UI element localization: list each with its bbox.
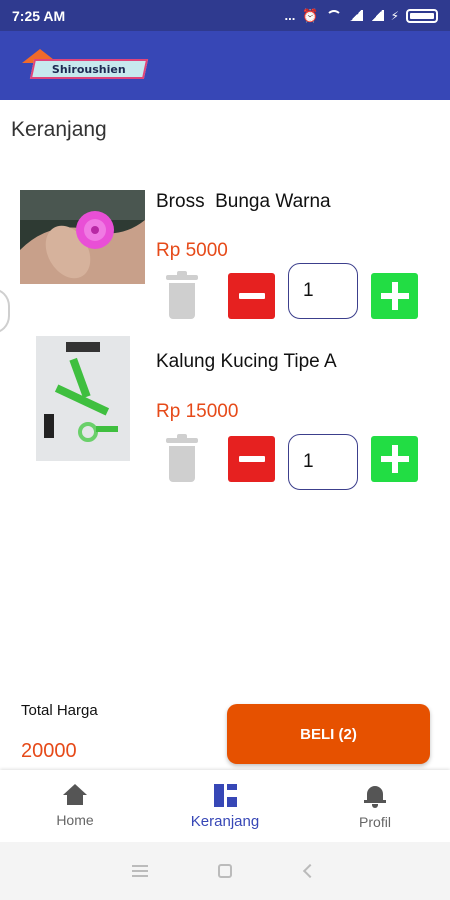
status-bar: 7:25 AM ... ⏰ ⚡ (0, 0, 450, 31)
page-title: Keranjang (11, 118, 107, 141)
trash-icon-body (169, 283, 195, 319)
status-icons: ... ⏰ ⚡ (285, 8, 438, 24)
trash-icon (166, 271, 198, 280)
decrease-quantity-button[interactable] (228, 273, 275, 319)
bell-icon (364, 784, 386, 808)
brooch-photo (20, 190, 145, 284)
nav-label: Keranjang (190, 813, 260, 830)
home-icon (63, 784, 87, 806)
back-icon (302, 863, 318, 879)
trash-icon (166, 434, 198, 443)
product-name: Bross Bunga Warna (156, 191, 331, 212)
minus-icon (238, 293, 265, 299)
total-value: 20000 (21, 740, 77, 762)
square-icon (218, 864, 232, 878)
battery-icon (406, 8, 438, 23)
trash-icon-body (169, 446, 195, 482)
more-dots: ... (284, 8, 296, 23)
item-controls (164, 263, 424, 321)
increase-quantity-button[interactable] (371, 436, 418, 482)
increase-quantity-button[interactable] (371, 273, 418, 319)
recent-apps-button[interactable] (98, 865, 183, 877)
nav-label: Home (56, 812, 94, 828)
product-image (20, 190, 145, 284)
app-bar: Shiroushien (0, 31, 450, 100)
signal-icon (348, 10, 363, 21)
bottom-navigation: Home Keranjang Profil (0, 770, 450, 842)
product-name: Kalung Kucing Tipe A (156, 351, 337, 372)
cart-item: Bross Bunga Warna Rp 5000 (0, 190, 450, 350)
menu-icon (132, 865, 148, 877)
system-navigation-bar (0, 842, 450, 900)
plus-icon (380, 282, 409, 310)
system-home-button[interactable] (183, 864, 268, 878)
quantity-input[interactable] (288, 263, 358, 319)
minus-icon (238, 456, 265, 462)
nav-item-profil[interactable]: Profil (300, 770, 450, 842)
decrease-quantity-button[interactable] (228, 436, 275, 482)
alarm-icon: ⏰ (302, 7, 319, 23)
plus-icon (380, 445, 409, 473)
delete-button[interactable] (164, 271, 200, 321)
item-controls (164, 434, 424, 490)
buy-button[interactable]: BELI (2) (227, 704, 430, 764)
delete-button[interactable] (164, 434, 200, 484)
nav-item-keranjang[interactable]: Keranjang (150, 770, 300, 842)
total-label: Total Harga (21, 702, 98, 719)
collar-photo (36, 336, 130, 461)
logo-text: Shiroushien (52, 62, 126, 76)
dashboard-icon (213, 784, 237, 807)
product-price: Rp 15000 (156, 401, 239, 422)
system-back-button[interactable] (268, 863, 353, 879)
nav-item-home[interactable]: Home (0, 770, 150, 842)
cart-item: Kalung Kucing Tipe A Rp 15000 (0, 336, 450, 496)
product-price: Rp 5000 (156, 240, 228, 261)
signal-icon-2 (369, 10, 384, 21)
product-image (36, 336, 130, 461)
nav-label: Profil (359, 814, 391, 830)
wifi-icon (325, 9, 342, 22)
charging-icon: ⚡ (390, 8, 399, 23)
logo-plate: Shiroushien (29, 59, 149, 79)
app-logo: Shiroushien (22, 49, 149, 81)
quantity-input[interactable] (288, 434, 358, 490)
status-time: 7:25 AM (12, 7, 66, 24)
